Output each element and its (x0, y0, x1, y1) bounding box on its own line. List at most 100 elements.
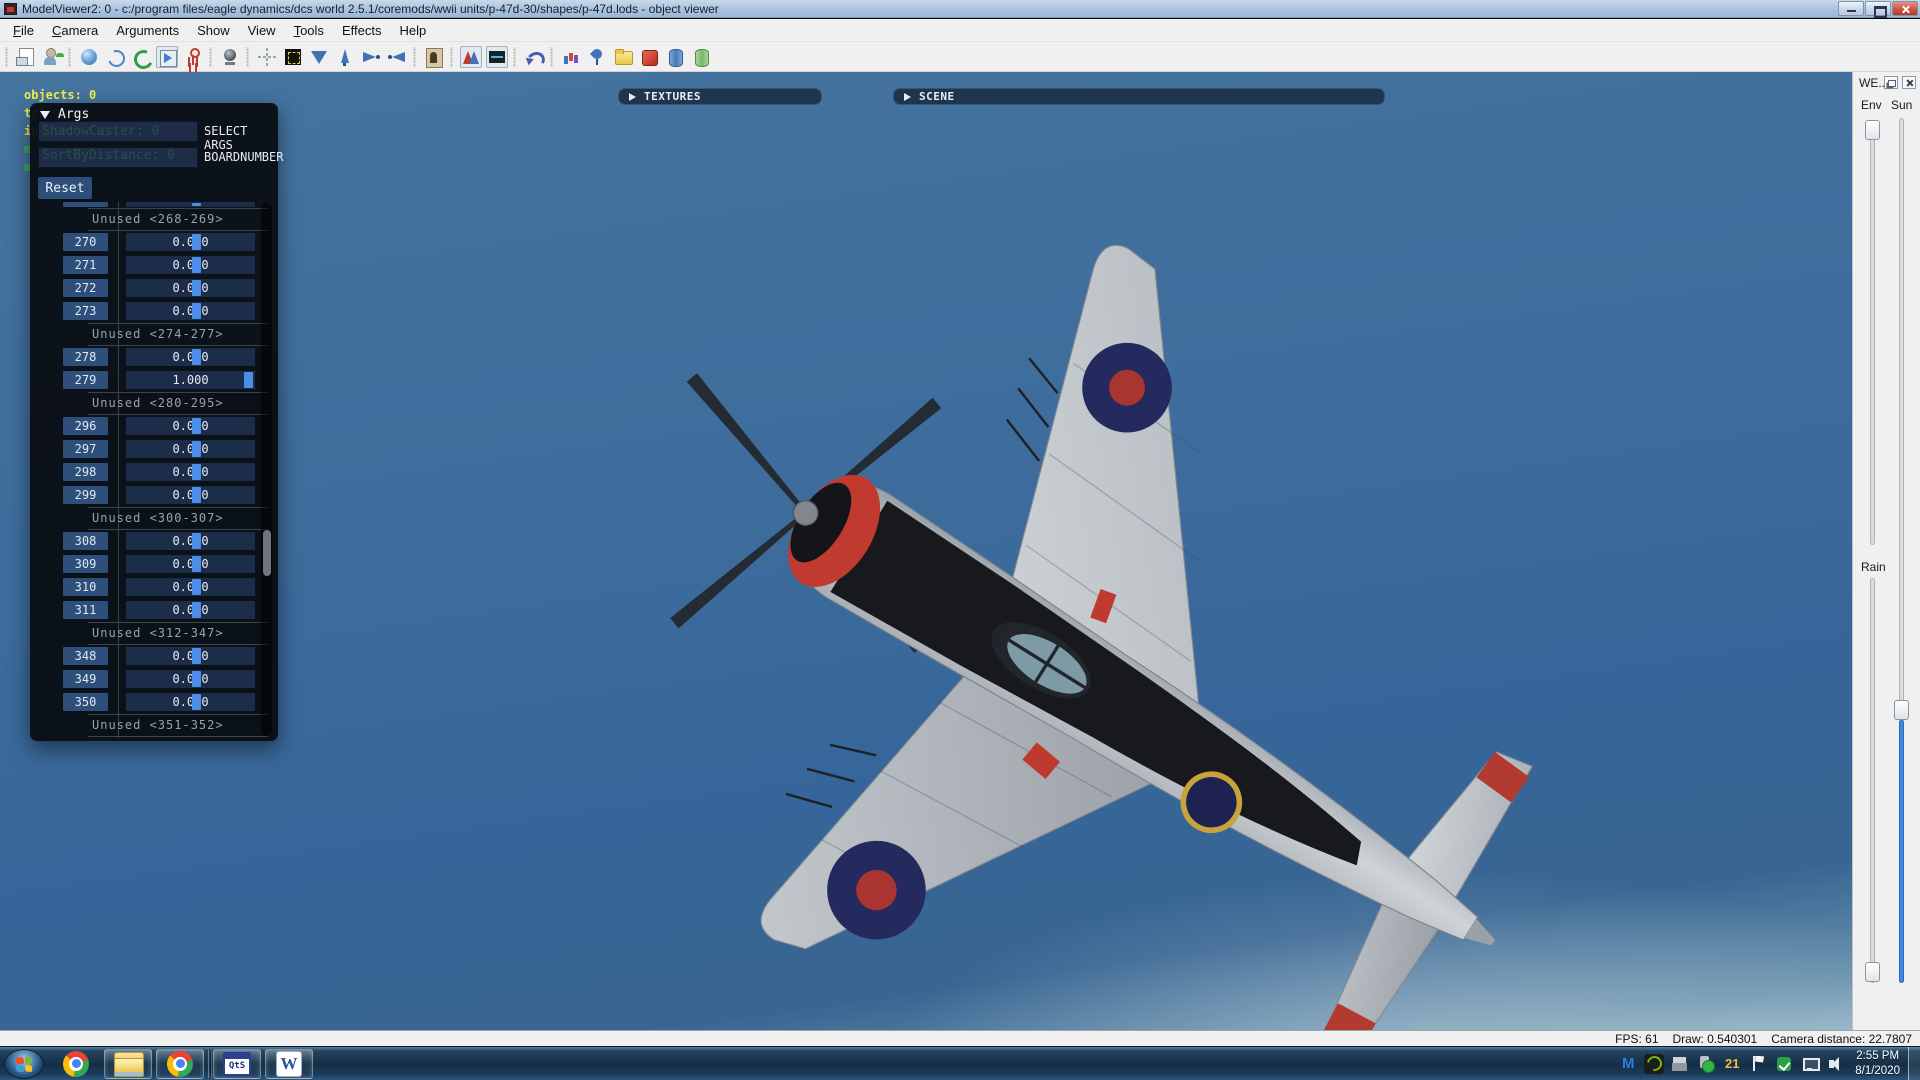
rain-slider-thumb[interactable] (1865, 962, 1880, 982)
args-panel-header[interactable]: Args (40, 107, 89, 122)
minimize-button[interactable] (1838, 1, 1864, 16)
menu-tools[interactable]: Tools (285, 21, 333, 40)
usb-safely-remove-icon[interactable] (1696, 1054, 1716, 1074)
cyl-blue-icon[interactable] (664, 46, 686, 68)
temp-badge[interactable]: 21 (1722, 1054, 1742, 1074)
slider-handle[interactable] (192, 441, 201, 457)
slider-handle[interactable] (192, 418, 201, 434)
args-scrollbar-thumb[interactable] (263, 530, 271, 576)
slider-handle[interactable] (192, 349, 201, 365)
arg-number-badge[interactable]: 299 (63, 486, 108, 504)
taskbar-explorer[interactable] (104, 1049, 152, 1079)
arg-number-badge[interactable]: 278 (63, 348, 108, 366)
funnel-icon[interactable] (308, 46, 330, 68)
arg-value-slider[interactable]: 0.000 (126, 532, 255, 550)
arg-value-slider[interactable]: 0.000 (126, 417, 255, 435)
taskbar-word[interactable]: W (265, 1049, 313, 1079)
arg-value-slider[interactable]: 0.000 (126, 601, 255, 619)
device-icon[interactable] (1670, 1054, 1690, 1074)
maximize-button[interactable] (1865, 1, 1891, 16)
volume-icon[interactable] (1826, 1054, 1846, 1074)
slider-handle[interactable] (192, 671, 201, 687)
close-panel-icon[interactable] (1902, 76, 1916, 89)
start-button[interactable] (4, 1049, 44, 1079)
spin-top-icon[interactable] (334, 46, 356, 68)
env-slider-thumb[interactable] (1865, 120, 1880, 140)
undo-icon[interactable] (523, 46, 545, 68)
measure-icon[interactable] (486, 46, 508, 68)
gyro-icon[interactable] (586, 46, 608, 68)
env-slider-track[interactable] (1870, 120, 1875, 545)
arg-number-badge[interactable]: 297 (63, 440, 108, 458)
tracker-icon[interactable] (256, 46, 278, 68)
malwarebytes-icon[interactable]: M (1618, 1054, 1638, 1074)
orbit-icon[interactable] (104, 46, 126, 68)
menu-view[interactable]: View (239, 21, 285, 40)
show-desktop-button[interactable] (1908, 1047, 1920, 1080)
slider-handle[interactable] (192, 579, 201, 595)
arg-value-slider[interactable]: 0.000 (126, 647, 255, 665)
arg-value-slider[interactable]: 0.000 (126, 348, 255, 366)
arg-number-badge[interactable]: 279 (63, 371, 108, 389)
folder-icon[interactable] (612, 46, 634, 68)
arg-value-slider[interactable]: 0.000 (126, 670, 255, 688)
add-user-icon[interactable] (41, 46, 63, 68)
slider-handle[interactable] (192, 257, 201, 273)
slider-handle[interactable] (192, 533, 201, 549)
arg-number-badge[interactable]: 350 (63, 693, 108, 711)
taskbar-chrome-pinned[interactable] (52, 1049, 100, 1079)
boardnumber-input[interactable] (38, 147, 198, 168)
slider-handle[interactable] (192, 487, 201, 503)
arg-number-badge[interactable]: 296 (63, 417, 108, 435)
arg-number-badge[interactable]: 271 (63, 256, 108, 274)
taskbar-modelviewer-app[interactable]: QtS (213, 1049, 261, 1079)
arg-number-badge[interactable]: 310 (63, 578, 108, 596)
menu-show[interactable]: Show (188, 21, 239, 40)
slider-handle[interactable] (192, 648, 201, 664)
box-icon[interactable] (638, 46, 660, 68)
menu-camera[interactable]: Camera (43, 21, 107, 40)
bar-chart-icon[interactable] (560, 46, 582, 68)
arg-value-slider[interactable]: 0.000 (126, 279, 255, 297)
arg-number-badge[interactable]: 349 (63, 670, 108, 688)
arg-value-slider[interactable]: 0.000 (126, 555, 255, 573)
taskbar-clock[interactable]: 2:55 PM 8/1/2020 (1855, 1049, 1900, 1078)
scene-panel-bar[interactable]: SCENE (893, 88, 1385, 105)
arg-value-slider[interactable]: 0.000 (126, 578, 255, 596)
arg-number-badge[interactable]: 272 (63, 279, 108, 297)
arg-value-slider[interactable]: 0.000 (126, 693, 255, 711)
arg-value-slider[interactable]: 0.000 (126, 486, 255, 504)
3d-viewport[interactable]: objects: 0triinmm TEXTURES SCENE Args Sh… (0, 72, 1852, 1030)
arg-number-badge[interactable]: 348 (63, 647, 108, 665)
sphere-icon[interactable] (78, 46, 100, 68)
textures-panel-bar[interactable]: TEXTURES (618, 88, 822, 105)
slider-handle[interactable] (192, 234, 201, 250)
refresh-icon[interactable] (130, 46, 152, 68)
menu-arguments[interactable]: Arguments (107, 21, 188, 40)
arg-number-badge[interactable] (63, 202, 108, 207)
arg-number-badge[interactable]: 309 (63, 555, 108, 573)
arg-number-badge[interactable]: 273 (63, 302, 108, 320)
arg-value-slider[interactable]: 0.000 (126, 463, 255, 481)
network-display-icon[interactable] (1800, 1054, 1820, 1074)
arg-number-badge[interactable]: 298 (63, 463, 108, 481)
slider-handle[interactable] (192, 602, 201, 618)
menu-file[interactable]: File (4, 21, 43, 40)
slider-handle[interactable] (192, 280, 201, 296)
action-center-flag-icon[interactable] (1748, 1054, 1768, 1074)
doc-icon[interactable] (15, 46, 37, 68)
cyl-green-icon[interactable] (690, 46, 712, 68)
float-panel-icon[interactable] (1884, 76, 1898, 89)
slider-handle[interactable] (192, 303, 201, 319)
arg-value-slider[interactable]: 0.000 (126, 233, 255, 251)
cones-pair-icon[interactable] (460, 46, 482, 68)
arg-number-badge[interactable]: 311 (63, 601, 108, 619)
args-scrollbar[interactable] (261, 203, 272, 736)
taskbar-chrome-window[interactable] (156, 1049, 204, 1079)
cone-left-icon[interactable] (386, 46, 408, 68)
menu-effects[interactable]: Effects (333, 21, 391, 40)
security-check-icon[interactable] (1774, 1054, 1794, 1074)
skeleton-icon[interactable] (182, 46, 204, 68)
play-window-icon[interactable] (156, 46, 178, 68)
slider-handle[interactable] (192, 694, 201, 710)
